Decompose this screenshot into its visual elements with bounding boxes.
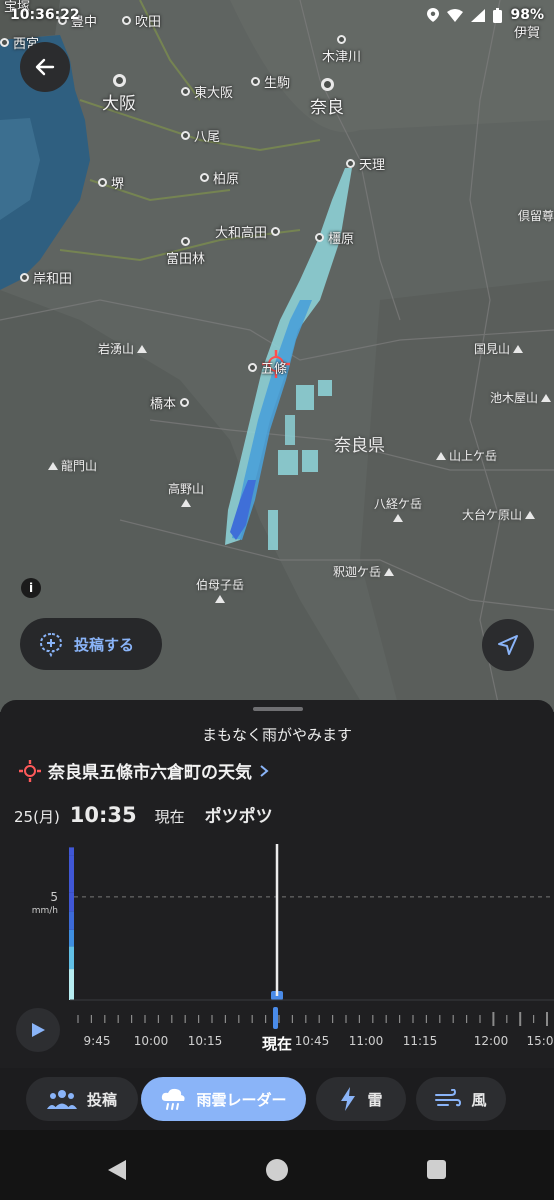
rain-bar-segment (69, 969, 74, 1000)
map-mountain-label: 釈迦ケ岳 (333, 563, 395, 580)
timeline-label: 10:00 (134, 1034, 169, 1048)
location-crosshair-icon (19, 759, 41, 782)
map-city-label: 堺 (98, 173, 124, 192)
chevron-right-icon (260, 764, 269, 777)
map-city-label: 大和高田 (215, 222, 281, 241)
scale-value: 5 (50, 890, 58, 904)
location-name: 奈良県五條市六倉町の天気 (48, 763, 252, 783)
tab-label: 風 (471, 1090, 487, 1109)
map-city-label: 五條 (248, 358, 287, 377)
timeline-label: 現在 (262, 1035, 292, 1053)
map-mountain-label: 山上ケ岳 (436, 447, 497, 464)
navigation-arrow-icon (498, 635, 518, 655)
play-button[interactable] (16, 1008, 60, 1052)
rain-bar-segment (69, 946, 74, 970)
status-bar: 10:36:22 98% (0, 0, 554, 32)
rain-bar-segment (69, 911, 74, 930)
people-icon (46, 1090, 77, 1109)
nav-recents-button[interactable] (427, 1160, 446, 1179)
now-label: 現在 (154, 808, 185, 826)
timeline-label: 12:00 (474, 1034, 509, 1048)
time-slider-thumb[interactable] (273, 1007, 278, 1029)
time-slider[interactable]: 9:45 10:00 10:15 現在 10:45 11:00 11:15 12:00 15:0 (0, 1000, 554, 1058)
map-city-label: 岸和田 (20, 268, 72, 287)
rain-forecast-headline: まもなく雨がやみます (201, 726, 352, 744)
current-date: 25(月) (14, 808, 60, 826)
tab-lightning[interactable]: 雷 (316, 1077, 406, 1121)
map-city-label: 木津川 (322, 35, 361, 65)
tab-label: 雷 (367, 1090, 383, 1109)
tab-label: 投稿 (86, 1090, 117, 1109)
map-mountain-label: 大台ケ原山 (462, 506, 536, 523)
map-mountain-label: 池木屋山 (490, 389, 552, 406)
rain-intensity: ポツポツ (204, 807, 273, 827)
location-link[interactable]: 奈良県五條市六倉町の天気 (18, 758, 270, 783)
map-city-label: 八尾 (181, 126, 220, 145)
battery-icon (493, 7, 503, 23)
current-time: 10:35 (69, 803, 137, 827)
timeline-label: 10:15 (188, 1034, 223, 1048)
sheet-drag-handle[interactable] (253, 707, 303, 711)
map-mountain-label: 龍門山 (48, 457, 97, 474)
post-button-label: 投稿する (74, 635, 135, 654)
map-mountain-label: 伯母子岳 (196, 576, 244, 603)
system-navigation-bar (0, 1130, 554, 1200)
scale-unit: mm/h (32, 906, 58, 916)
wind-icon (435, 1089, 462, 1107)
battery-level: 98% (510, 7, 544, 23)
map-city-label: 橋本 (150, 393, 190, 412)
rain-cloud-icon (162, 1088, 186, 1110)
map-mountain-label: 岩湧山 (98, 340, 148, 357)
map-city-label: 東大阪 (181, 82, 233, 101)
nav-back-button[interactable] (106, 1158, 128, 1182)
rainfall-chart[interactable]: 5 mm/h (0, 830, 554, 1006)
back-button[interactable] (20, 42, 70, 92)
lightning-icon (341, 1087, 356, 1111)
tab-wind[interactable]: 風 (416, 1077, 506, 1121)
tab-rain-radar[interactable]: 雨雲レーダー (141, 1077, 306, 1121)
current-weather-row: 25(月) 10:35 現在 ポツポツ (14, 802, 273, 827)
map-mountain-label: 八経ケ岳 (374, 495, 422, 522)
map-mountain-label: 倶留尊山 (518, 209, 554, 223)
map-city-label: 奈良 (310, 78, 344, 118)
signal-icon (471, 8, 486, 22)
map-city-label: 生駒 (251, 72, 290, 91)
add-comment-icon (39, 632, 63, 657)
map-city-label: 富田林 (166, 237, 205, 267)
rain-bar-segment (69, 892, 74, 912)
nav-home-button[interactable] (266, 1159, 288, 1181)
post-button[interactable]: 投稿する (20, 618, 162, 670)
rain-bar-segment (69, 929, 74, 947)
timeline-label: 9:45 (84, 1034, 111, 1048)
prefecture-label: 奈良県 (334, 436, 385, 456)
rain-bar-segment (69, 847, 74, 856)
rain-radar-map[interactable]: 宝塚 豊中 吹田 西宮 木津川 大阪 東大阪 生駒 奈良 八尾 天理 堺 柏原 … (0, 0, 554, 712)
map-city-label: 橿原 (315, 228, 354, 247)
map-mountain-label: 高野山 (168, 480, 204, 507)
map-city-label: 天理 (346, 154, 385, 173)
play-icon (32, 1023, 45, 1037)
tab-posts[interactable]: 投稿 (26, 1077, 138, 1121)
timeline-label: 11:15 (403, 1034, 438, 1048)
map-city-label: 柏原 (200, 168, 239, 187)
timeline-label: 11:00 (349, 1034, 384, 1048)
timeline-label: 10:45 (295, 1034, 330, 1048)
weather-bottom-sheet: まもなく雨がやみます 奈良県五條市六倉町の天気 25(月) 10:35 現在 ポ… (0, 700, 554, 1068)
map-city-label: 大阪 (102, 74, 136, 114)
info-icon[interactable]: i (21, 578, 41, 598)
tab-label: 雨雲レーダー (196, 1090, 287, 1109)
timeline-label: 15:0 (527, 1034, 554, 1048)
rain-bar-segment (69, 855, 74, 868)
location-pin-icon (427, 8, 440, 22)
map-terrain (0, 0, 554, 712)
my-location-button[interactable] (482, 619, 534, 671)
wifi-icon (447, 8, 464, 22)
status-time: 10:36:22 (10, 7, 80, 23)
map-mountain-label: 国見山 (474, 340, 524, 357)
arrow-left-icon (35, 58, 55, 76)
rain-bar-segment (69, 868, 74, 893)
bottom-tab-bar: 投稿 雨雲レーダー 雷 風 (0, 1068, 554, 1130)
